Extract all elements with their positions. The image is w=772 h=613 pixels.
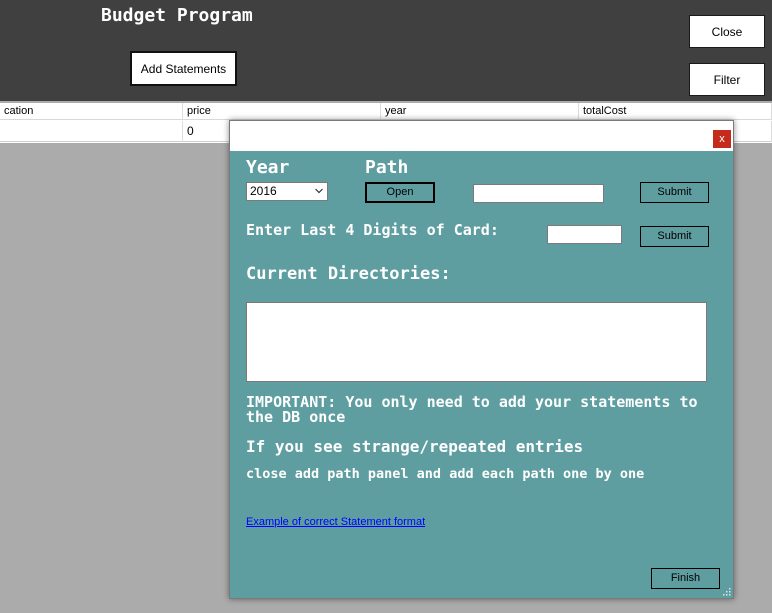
filter-button[interactable]: Filter (689, 63, 765, 96)
add-path-dialog: x Year Path 2016 Open Submit Enter Last … (229, 120, 734, 599)
top-banner: Budget Program Add Statements Close Filt… (0, 0, 772, 101)
close-panel-instructions: close add path panel and add each path o… (246, 466, 645, 482)
table-cell[interactable] (0, 121, 183, 142)
path-input[interactable] (473, 184, 604, 203)
add-statements-button[interactable]: Add Statements (130, 51, 237, 86)
current-directories-label: Current Directories: (246, 264, 451, 284)
year-select-value: 2016 (250, 184, 277, 198)
column-header-location[interactable]: cation (0, 103, 183, 120)
finish-button[interactable]: Finish (651, 568, 720, 589)
resize-grip-icon[interactable] (723, 588, 731, 596)
column-header-year[interactable]: year (381, 103, 579, 120)
example-format-link[interactable]: Example of correct Statement format (246, 516, 425, 528)
card-digits-label: Enter Last 4 Digits of Card: (246, 221, 499, 239)
app-title: Budget Program (101, 5, 253, 26)
close-button[interactable]: Close (689, 15, 765, 48)
dialog-titlebar[interactable]: x (230, 121, 733, 151)
open-button[interactable]: Open (365, 182, 435, 203)
strange-entries-notice: If you see strange/repeated entries (246, 437, 584, 456)
path-label: Path (365, 157, 409, 178)
year-select[interactable]: 2016 (246, 182, 328, 201)
important-notice: IMPORTANT: You only need to add your sta… (246, 393, 698, 426)
close-icon[interactable]: x (713, 130, 731, 148)
submit-path-button[interactable]: Submit (640, 182, 709, 203)
column-header-price[interactable]: price (183, 103, 381, 120)
chevron-down-icon (315, 188, 323, 194)
year-label: Year (246, 157, 290, 178)
grid-header: cation price year totalCost (0, 103, 772, 120)
submit-card-button[interactable]: Submit (640, 226, 709, 247)
card-digits-input[interactable] (547, 225, 622, 244)
directories-textbox[interactable] (246, 302, 707, 382)
column-header-totalcost[interactable]: totalCost (579, 103, 772, 120)
main-window: Budget Program Add Statements Close Filt… (0, 0, 772, 613)
